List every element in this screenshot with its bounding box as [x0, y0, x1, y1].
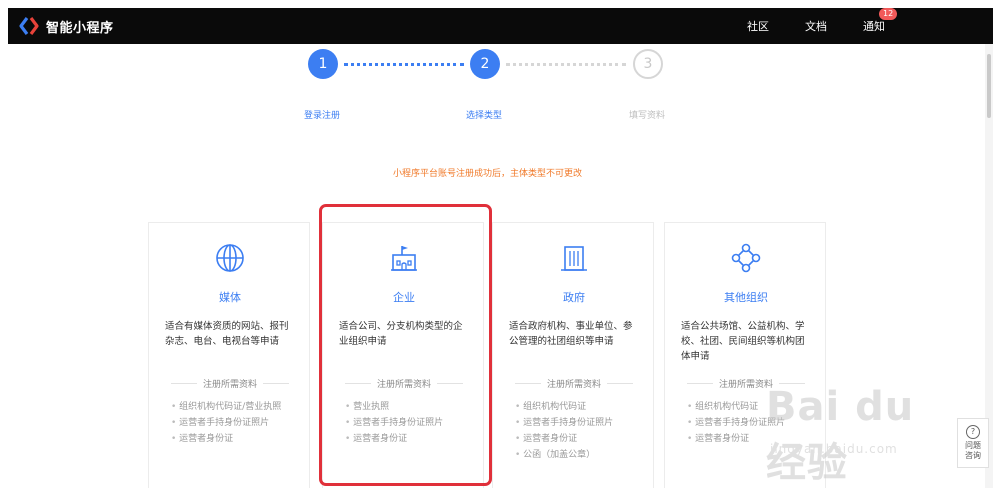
requirement-item: 运营者身份证 — [345, 431, 481, 447]
question-icon: ? — [966, 425, 980, 439]
type-card-government[interactable]: 政府 适合政府机构、事业单位、参公管理的社团组织等申请 注册所需资料 组织机构代… — [492, 222, 654, 488]
requirements-list: 组织机构代码证/营业执照 运营者手持身份证照片 运营者身份证 — [171, 399, 307, 447]
baidu-jingyan-watermark: Bai du 经验 jingyan.baidu.com — [766, 380, 956, 486]
step-connector-1 — [344, 63, 464, 66]
requirement-item: 运营者身份证 — [171, 431, 307, 447]
card-title: 其他组织 — [724, 291, 768, 304]
building-icon — [561, 246, 587, 271]
card-description: 适合政府机构、事业单位、参公管理的社团组织等申请 — [509, 321, 633, 347]
step-1-label: 登录注册 — [303, 111, 340, 121]
help-consult-button[interactable]: ? 问题 咨询 — [957, 418, 989, 468]
requirements-title: 注册所需资料 — [377, 380, 432, 390]
type-card-media[interactable]: 媒体 适合有媒体资质的网站、报刊杂志、电台、电视台等申请 注册所需资料 组织机构… — [148, 222, 310, 488]
requirements-heading: 注册所需资料 — [171, 377, 290, 390]
requirement-item: 运营者身份证 — [515, 431, 651, 447]
brand[interactable]: 智能小程序 — [18, 8, 114, 44]
requirement-item: 运营者手持身份证照片 — [171, 415, 307, 431]
nav-community[interactable]: 社区 — [747, 18, 769, 34]
requirements-title: 注册所需资料 — [719, 380, 774, 390]
nav-docs[interactable]: 文档 — [805, 18, 827, 34]
step-2-circle: 2 — [470, 49, 500, 79]
brand-name: 智能小程序 — [46, 20, 114, 36]
logo-icon — [19, 17, 39, 35]
nav-notifications-label: 通知 — [863, 20, 885, 33]
top-bar: 智能小程序 社区 文档 通知 12 — [8, 8, 993, 44]
step-3-label: 填写资料 — [628, 111, 665, 121]
requirements-heading: 注册所需资料 — [515, 377, 634, 390]
step-2-label: 选择类型 — [465, 111, 502, 121]
requirements-title: 注册所需资料 — [203, 380, 258, 390]
requirement-item: 运营者手持身份证照片 — [515, 415, 651, 431]
step-connector-2 — [506, 63, 626, 66]
page: 智能小程序 社区 文档 通知 12 1 2 3 登录注册 选择类型 填写资料 小… — [0, 0, 1000, 488]
network-icon — [731, 243, 761, 273]
card-description: 适合公共场馆、公益机构、学校、社团、民间组织等机构团体申请 — [681, 321, 805, 362]
requirement-item: 运营者手持身份证照片 — [345, 415, 481, 431]
help-label-line2: 咨询 — [965, 451, 981, 460]
step-1-circle: 1 — [308, 49, 338, 79]
divider — [515, 383, 541, 384]
card-title: 媒体 — [219, 291, 241, 304]
globe-icon — [216, 244, 244, 272]
divider — [345, 383, 371, 384]
divider — [607, 383, 634, 384]
divider — [263, 383, 290, 384]
nav-notifications[interactable]: 通知 12 — [863, 8, 898, 34]
requirements-title: 注册所需资料 — [547, 380, 602, 390]
step-progress: 1 2 3 登录注册 选择类型 填写资料 — [0, 44, 1000, 134]
divider — [687, 383, 713, 384]
requirements-heading: 注册所需资料 — [345, 377, 464, 390]
divider — [171, 383, 197, 384]
watermark-url: jingyan.baidu.com — [770, 442, 898, 456]
notification-count-badge: 12 — [879, 8, 898, 20]
card-title: 政府 — [563, 291, 585, 304]
type-card-enterprise[interactable]: 企业 适合公司、分支机构类型的企业组织申请 注册所需资料 营业执照 运营者手持身… — [322, 222, 484, 488]
divider — [437, 383, 464, 384]
step-3-circle: 3 — [633, 49, 663, 79]
requirement-item: 公函（加盖公章） — [515, 447, 651, 463]
subject-type-notice: 小程序平台账号注册成功后，主体类型不可更改 — [392, 169, 582, 179]
requirement-item: 组织机构代码证/营业执照 — [171, 399, 307, 415]
watermark-logo-text: Bai du 经验 — [766, 384, 915, 486]
castle-icon — [391, 246, 417, 271]
card-description: 适合公司、分支机构类型的企业组织申请 — [339, 321, 463, 347]
requirement-item: 组织机构代码证 — [515, 399, 651, 415]
card-description: 适合有媒体资质的网站、报刊杂志、电台、电视台等申请 — [165, 321, 289, 347]
card-title: 企业 — [393, 291, 415, 304]
requirement-item: 营业执照 — [345, 399, 481, 415]
top-nav: 社区 文档 通知 12 — [747, 8, 898, 44]
requirements-list: 组织机构代码证 运营者手持身份证照片 运营者身份证 公函（加盖公章） — [515, 399, 651, 463]
requirements-list: 营业执照 运营者手持身份证照片 运营者身份证 — [345, 399, 481, 447]
help-label-line1: 问题 — [965, 441, 981, 450]
